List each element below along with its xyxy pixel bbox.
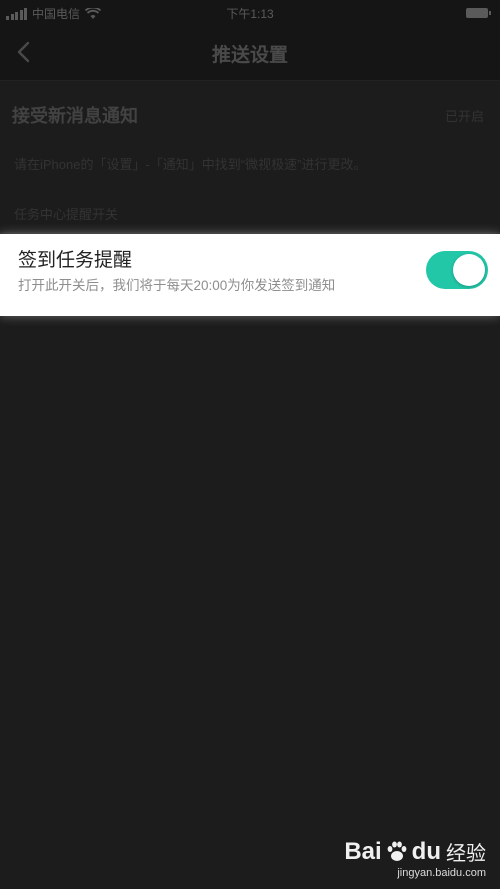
watermark-brand-cn: 经验 (446, 843, 486, 865)
section-subheader: 任务中心提醒开关 (14, 207, 119, 222)
watermark-logo: Bai du 经验 (344, 837, 486, 866)
section-hint: 请在iPhone的「设置」-「通知」中找到“微视极速”进行更改。 (14, 157, 367, 172)
battery-icon (466, 8, 491, 18)
watermark-url: jingyan.baidu.com (397, 867, 486, 879)
section-status[interactable]: 已开启 (445, 106, 484, 125)
checkin-reminder-title: 签到任务提醒 (18, 250, 133, 271)
notification-section-header: 接受新消息通知 已开启 (0, 100, 500, 130)
status-time: 下午1:13 (226, 7, 274, 21)
watermark-brand-du: du (411, 837, 441, 865)
section-title: 接受新消息通知 (12, 106, 138, 126)
page-title: 推送设置 (211, 45, 288, 66)
checkin-reminder-toggle[interactable] (426, 251, 488, 289)
checkin-reminder-row: 签到任务提醒 打开此开关后，我们将于每天20:00为你发送签到通知 (0, 234, 500, 316)
toggle-knob (453, 254, 485, 286)
status-bar: 中国电信 下午1:13 (0, 0, 500, 26)
baidu-jingyan-watermark: Bai du 经验 jingyan.baidu.com (344, 837, 486, 880)
checkin-reminder-description: 打开此开关后，我们将于每天20:00为你发送签到通知 (18, 278, 336, 293)
watermark-brand-latin: Bai (344, 837, 382, 865)
paw-icon (387, 841, 407, 861)
nav-bar: 推送设置 (0, 26, 500, 81)
